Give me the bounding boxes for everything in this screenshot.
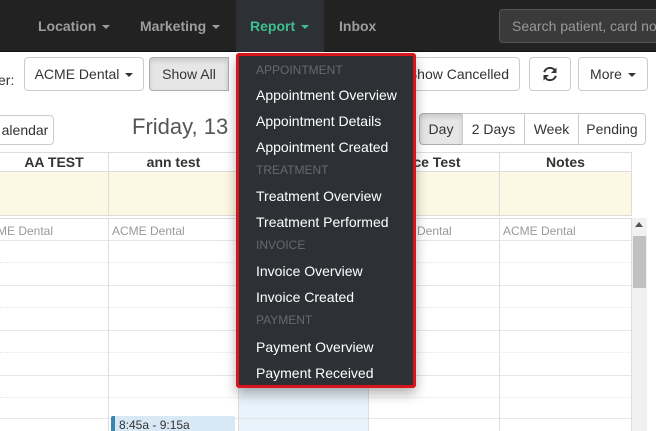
allday-cell[interactable] (0, 172, 109, 216)
menu-header-treatment: TREATMENT (256, 163, 329, 177)
clinic-select-value: ACME Dental (34, 66, 120, 82)
resource-column[interactable]: ACME Dental (109, 219, 239, 431)
show-cancelled-label: Show Cancelled (407, 66, 509, 82)
column-header-ann-test: ann test (109, 153, 239, 173)
search-placeholder: Search patient, card no (512, 18, 656, 34)
nav-marketing-label: Marketing (140, 18, 207, 34)
app-root: Location Marketing Report Inbox Search p… (0, 0, 656, 431)
view-2days-label: 2 Days (471, 121, 516, 137)
nav-report-label: Report (250, 18, 296, 34)
refresh-button[interactable] (529, 57, 571, 91)
show-all-button[interactable]: Show All (149, 57, 229, 91)
view-pending-button[interactable]: Pending (578, 113, 646, 145)
menu-item-payment-received[interactable]: Payment Received (256, 365, 374, 381)
nav-location[interactable]: Location (38, 0, 111, 52)
show-cancelled-button[interactable]: Show Cancelled (400, 57, 520, 91)
resource-column[interactable]: ACME Dental (500, 219, 632, 431)
report-dropdown-menu: APPOINTMENT Appointment Overview Appoint… (236, 53, 416, 388)
top-navbar: Location Marketing Report Inbox Search p… (0, 0, 656, 52)
menu-item-treatment-performed[interactable]: Treatment Performed (256, 214, 389, 230)
clinic-label: ME Dental (0, 224, 54, 238)
view-pending-label: Pending (586, 121, 638, 137)
allday-cell[interactable] (500, 172, 632, 216)
menu-item-treatment-overview[interactable]: Treatment Overview (256, 188, 382, 204)
nav-marketing[interactable]: Marketing (140, 0, 221, 52)
vertical-scrollbar[interactable] (632, 218, 647, 431)
view-week-label: Week (533, 121, 570, 137)
allday-cell[interactable] (109, 172, 239, 216)
nav-location-label: Location (38, 18, 97, 34)
resource-column[interactable]: ME Dental (0, 219, 109, 431)
menu-item-invoice-overview[interactable]: Invoice Overview (256, 263, 363, 279)
chevron-down-icon (125, 73, 134, 78)
nav-report[interactable]: Report (236, 0, 324, 52)
more-label: More (590, 66, 622, 82)
menu-item-invoice-created[interactable]: Invoice Created (256, 289, 354, 305)
appointment-time: 8:45a - 9:15a (119, 418, 190, 431)
view-day-label: Day (428, 121, 454, 137)
calendar-button-label: alendar (1, 122, 49, 138)
chevron-down-icon (102, 25, 111, 30)
show-all-label: Show All (162, 66, 216, 82)
calendar-button[interactable]: alendar (0, 115, 54, 145)
search-input[interactable]: Search patient, card no (499, 9, 656, 43)
menu-item-appointment-details[interactable]: Appointment Details (256, 113, 381, 129)
menu-item-appointment-overview[interactable]: Appointment Overview (256, 87, 397, 103)
menu-header-payment: PAYMENT (256, 313, 313, 327)
menu-item-appointment-created[interactable]: Appointment Created (256, 139, 388, 155)
clinic-select[interactable]: ACME Dental (24, 57, 144, 91)
chevron-down-icon (627, 73, 636, 78)
more-button[interactable]: More (578, 57, 648, 91)
refresh-icon (543, 66, 557, 82)
clinic-label: ACME Dental (503, 224, 576, 238)
view-2days-button[interactable]: 2 Days (462, 113, 525, 145)
view-week-button[interactable]: Week (524, 113, 579, 145)
clinic-label: ACME Dental (112, 224, 185, 238)
chevron-down-icon (212, 25, 221, 30)
clinic-label: Dental (417, 224, 452, 238)
scroll-thumb[interactable] (633, 236, 646, 288)
filter-label: er: (0, 72, 15, 88)
menu-header-appointment: APPOINTMENT (256, 63, 343, 77)
nav-inbox-label: Inbox (339, 18, 377, 34)
menu-item-payment-overview[interactable]: Payment Overview (256, 339, 373, 355)
column-header-aa-test: AA TEST (0, 153, 109, 173)
chevron-down-icon (301, 25, 310, 30)
appointment-event[interactable]: 8:45a - 9:15a (111, 416, 235, 431)
nav-inbox[interactable]: Inbox (339, 0, 376, 52)
menu-header-invoice: INVOICE (256, 238, 306, 252)
date-title: Friday, 13 (132, 114, 229, 139)
scroll-up-icon[interactable] (635, 222, 643, 227)
view-day-button[interactable]: Day (419, 113, 463, 145)
column-header-notes: Notes (500, 153, 632, 173)
